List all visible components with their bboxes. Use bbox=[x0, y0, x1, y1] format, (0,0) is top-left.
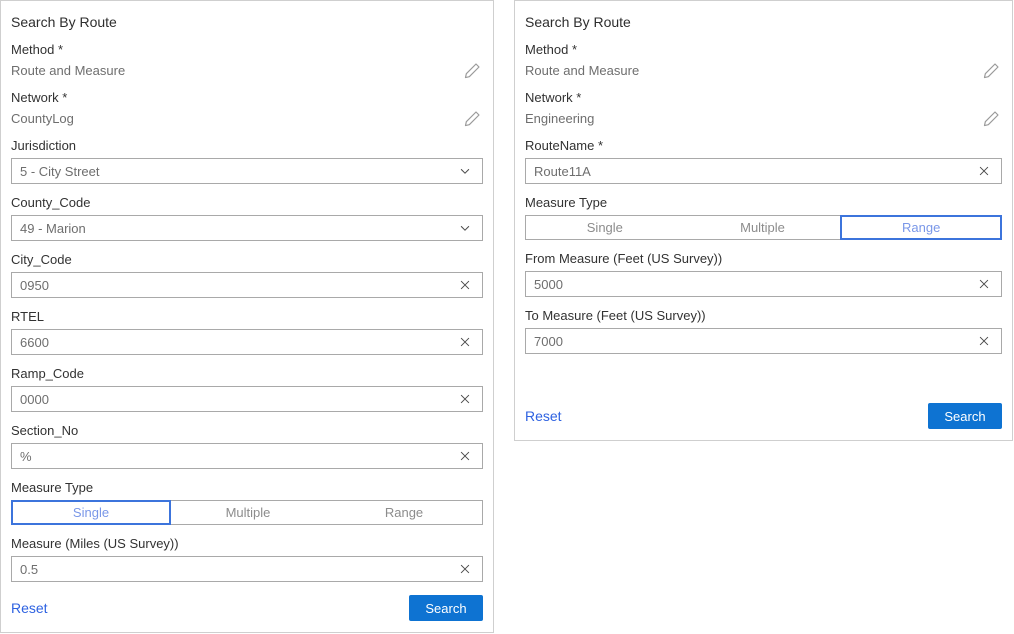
search-by-route-panel-left: Search By Route Method * Route and Measu… bbox=[0, 0, 494, 633]
clear-x-icon[interactable] bbox=[448, 330, 482, 354]
section-no-input[interactable] bbox=[12, 449, 448, 464]
edit-network-icon[interactable] bbox=[463, 109, 481, 127]
section-no-label: Section_No bbox=[11, 422, 483, 440]
edit-method-icon[interactable] bbox=[982, 61, 1000, 79]
field-city-code: City_Code bbox=[11, 251, 483, 298]
field-ramp-code: Ramp_Code bbox=[11, 365, 483, 412]
ramp-code-label: Ramp_Code bbox=[11, 365, 483, 383]
segment-single[interactable]: Single bbox=[526, 216, 684, 239]
clear-x-icon[interactable] bbox=[967, 159, 1001, 183]
method-value: Route and Measure bbox=[11, 63, 125, 78]
clear-x-icon[interactable] bbox=[448, 444, 482, 468]
county-code-select[interactable]: 49 - Marion bbox=[11, 215, 483, 241]
field-network: Network * CountyLog bbox=[11, 89, 483, 127]
field-network: Network * Engineering bbox=[525, 89, 1002, 127]
clear-x-icon[interactable] bbox=[448, 273, 482, 297]
jurisdiction-select[interactable]: 5 - City Street bbox=[11, 158, 483, 184]
from-measure-label: From Measure (Feet (US Survey)) bbox=[525, 250, 1002, 268]
segment-single[interactable]: Single bbox=[11, 500, 171, 525]
rtel-input-wrap bbox=[11, 329, 483, 355]
field-section-no: Section_No bbox=[11, 422, 483, 469]
route-name-label: RouteName * bbox=[525, 137, 1002, 155]
field-to-measure: To Measure (Feet (US Survey)) bbox=[525, 307, 1002, 354]
field-method: Method * Route and Measure bbox=[11, 41, 483, 79]
search-by-route-panel-right: Search By Route Method * Route and Measu… bbox=[514, 0, 1013, 441]
from-measure-input[interactable] bbox=[526, 277, 967, 292]
measure-type-segmented: Single Multiple Range bbox=[11, 500, 483, 525]
route-name-input[interactable] bbox=[526, 164, 967, 179]
network-value: Engineering bbox=[525, 111, 594, 126]
segment-range[interactable]: Range bbox=[840, 215, 1002, 240]
county-code-label: County_Code bbox=[11, 194, 483, 212]
network-label: Network * bbox=[525, 89, 1002, 107]
segment-range[interactable]: Range bbox=[326, 501, 482, 524]
method-value: Route and Measure bbox=[525, 63, 639, 78]
city-code-input-wrap bbox=[11, 272, 483, 298]
to-measure-input-wrap bbox=[525, 328, 1002, 354]
from-measure-input-wrap bbox=[525, 271, 1002, 297]
reset-link[interactable]: Reset bbox=[11, 600, 48, 616]
measure-type-label: Measure Type bbox=[525, 194, 1002, 212]
clear-x-icon[interactable] bbox=[448, 557, 482, 581]
route-name-input-wrap bbox=[525, 158, 1002, 184]
edit-method-icon[interactable] bbox=[463, 61, 481, 79]
field-measure-type: Measure Type Single Multiple Range bbox=[11, 479, 483, 525]
measure-type-label: Measure Type bbox=[11, 479, 483, 497]
method-label: Method * bbox=[11, 41, 483, 59]
jurisdiction-label: Jurisdiction bbox=[11, 137, 483, 155]
ramp-code-input-wrap bbox=[11, 386, 483, 412]
rtel-input[interactable] bbox=[12, 335, 448, 350]
field-rtel: RTEL bbox=[11, 308, 483, 355]
segment-multiple[interactable]: Multiple bbox=[684, 216, 842, 239]
field-county-code: County_Code 49 - Marion bbox=[11, 194, 483, 241]
measure-input[interactable] bbox=[12, 562, 448, 577]
panel-title: Search By Route bbox=[525, 13, 1002, 31]
field-from-measure: From Measure (Feet (US Survey)) bbox=[525, 250, 1002, 297]
clear-x-icon[interactable] bbox=[967, 329, 1001, 353]
chevron-down-icon bbox=[448, 216, 482, 240]
to-measure-input[interactable] bbox=[526, 334, 967, 349]
clear-x-icon[interactable] bbox=[967, 272, 1001, 296]
measure-label: Measure (Miles (US Survey)) bbox=[11, 535, 483, 553]
reset-link[interactable]: Reset bbox=[525, 408, 562, 424]
city-code-label: City_Code bbox=[11, 251, 483, 269]
network-value: CountyLog bbox=[11, 111, 74, 126]
network-readonly-row: CountyLog bbox=[11, 109, 483, 127]
search-button[interactable]: Search bbox=[928, 403, 1002, 429]
measure-type-segmented: Single Multiple Range bbox=[525, 215, 1002, 240]
segment-multiple[interactable]: Multiple bbox=[170, 501, 326, 524]
section-no-input-wrap bbox=[11, 443, 483, 469]
method-label: Method * bbox=[525, 41, 1002, 59]
jurisdiction-selected-value: 5 - City Street bbox=[12, 164, 448, 179]
field-method: Method * Route and Measure bbox=[525, 41, 1002, 79]
edit-network-icon[interactable] bbox=[982, 109, 1000, 127]
search-button[interactable]: Search bbox=[409, 595, 483, 621]
network-label: Network * bbox=[11, 89, 483, 107]
field-measure: Measure (Miles (US Survey)) bbox=[11, 535, 483, 582]
field-jurisdiction: Jurisdiction 5 - City Street bbox=[11, 137, 483, 184]
panel-footer: Reset Search bbox=[11, 595, 483, 621]
county-code-selected-value: 49 - Marion bbox=[12, 221, 448, 236]
ramp-code-input[interactable] bbox=[12, 392, 448, 407]
field-measure-type: Measure Type Single Multiple Range bbox=[525, 194, 1002, 240]
field-route-name: RouteName * bbox=[525, 137, 1002, 184]
to-measure-label: To Measure (Feet (US Survey)) bbox=[525, 307, 1002, 325]
city-code-input[interactable] bbox=[12, 278, 448, 293]
network-readonly-row: Engineering bbox=[525, 109, 1002, 127]
chevron-down-icon bbox=[448, 159, 482, 183]
panel-footer: Reset Search bbox=[525, 403, 1002, 429]
clear-x-icon[interactable] bbox=[448, 387, 482, 411]
method-readonly-row: Route and Measure bbox=[11, 61, 483, 79]
measure-input-wrap bbox=[11, 556, 483, 582]
panel-title: Search By Route bbox=[11, 13, 483, 31]
rtel-label: RTEL bbox=[11, 308, 483, 326]
method-readonly-row: Route and Measure bbox=[525, 61, 1002, 79]
